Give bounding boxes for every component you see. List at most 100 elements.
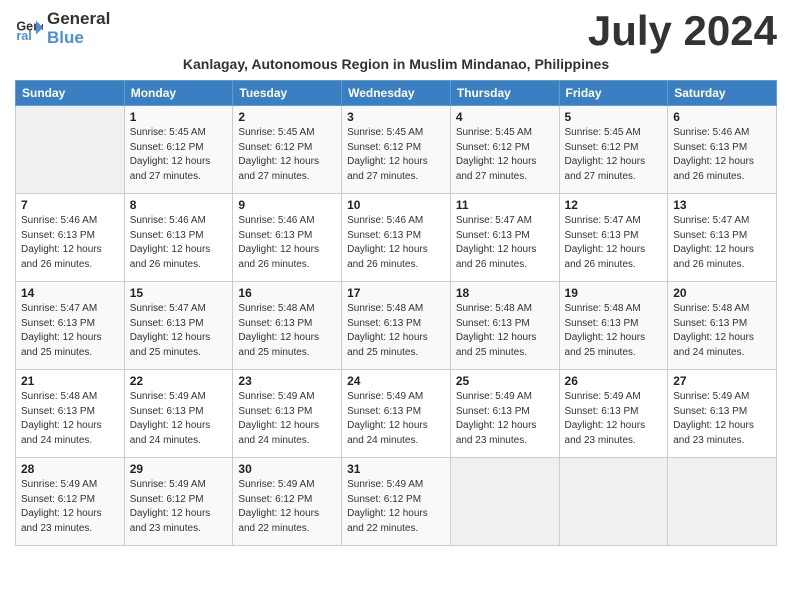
day-info: Sunrise: 5:49 AMSunset: 6:13 PMDaylight:… bbox=[456, 390, 554, 448]
day-number: 6 bbox=[673, 110, 771, 124]
calendar-week-row: 1 Sunrise: 5:45 AMSunset: 6:12 PMDaylight… bbox=[16, 106, 777, 194]
calendar-cell: 3Sunrise: 5:45 AMSunset: 6:12 PMDaylight… bbox=[342, 106, 451, 194]
day-info: Sunrise: 5:48 AMSunset: 6:13 PMDaylight:… bbox=[347, 302, 445, 360]
calendar-cell: 19 Sunrise: 5:48 AMSunset: 6:13 PMDayligh… bbox=[559, 282, 668, 370]
day-info: Sunrise: 5:49 AMSunset: 6:12 PMDaylight:… bbox=[238, 478, 336, 536]
calendar-cell: 23 Sunrise: 5:49 AMSunset: 6:13 PMDayligh… bbox=[233, 370, 342, 458]
calendar-cell: 12Sunrise: 5:47 AMSunset: 6:13 PMDayligh… bbox=[559, 194, 668, 282]
day-info: Sunrise: 5:46 AMSunset: 6:13 PMDaylight:… bbox=[238, 214, 336, 272]
calendar-cell bbox=[559, 458, 668, 546]
day-header-tuesday: Tuesday bbox=[233, 81, 342, 106]
calendar-cell: 1 Sunrise: 5:45 AMSunset: 6:12 PMDaylight… bbox=[124, 106, 233, 194]
day-info: Sunrise: 5:45 AMSunset: 6:12 PMDaylight:… bbox=[130, 126, 228, 184]
calendar-week-row: 14 Sunrise: 5:47 AMSunset: 6:13 PMDayligh… bbox=[16, 282, 777, 370]
day-number: 8 bbox=[130, 198, 228, 212]
logo-icon: Gene ral bbox=[15, 15, 43, 43]
calendar-cell: 15Sunrise: 5:47 AMSunset: 6:13 PMDayligh… bbox=[124, 282, 233, 370]
calendar-cell: 2 Sunrise: 5:45 AMSunset: 6:12 PMDaylight… bbox=[233, 106, 342, 194]
calendar-cell: 30 Sunrise: 5:49 AMSunset: 6:12 PMDayligh… bbox=[233, 458, 342, 546]
day-number: 30 bbox=[238, 462, 336, 476]
day-number: 20 bbox=[673, 286, 771, 300]
calendar-cell: 27 Sunrise: 5:49 AMSunset: 6:13 PMDayligh… bbox=[668, 370, 777, 458]
day-number: 11 bbox=[456, 198, 554, 212]
day-info: Sunrise: 5:48 AMSunset: 6:13 PMDaylight:… bbox=[456, 302, 554, 360]
calendar-cell: 17 Sunrise: 5:48 AMSunset: 6:13 PMDayligh… bbox=[342, 282, 451, 370]
day-info: Sunrise: 5:48 AMSunset: 6:13 PMDaylight:… bbox=[21, 390, 119, 448]
calendar-week-row: 7 Sunrise: 5:46 AMSunset: 6:13 PMDaylight… bbox=[16, 194, 777, 282]
calendar-cell: 14 Sunrise: 5:47 AMSunset: 6:13 PMDayligh… bbox=[16, 282, 125, 370]
calendar-cell: 5 Sunrise: 5:45 AMSunset: 6:12 PMDaylight… bbox=[559, 106, 668, 194]
calendar-cell: 10 Sunrise: 5:46 AMSunset: 6:13 PMDayligh… bbox=[342, 194, 451, 282]
day-info: Sunrise: 5:46 AMSunset: 6:13 PMDaylight:… bbox=[347, 214, 445, 272]
calendar-table: SundayMondayTuesdayWednesdayThursdayFrid… bbox=[15, 80, 777, 546]
day-header-saturday: Saturday bbox=[668, 81, 777, 106]
day-number: 12 bbox=[565, 198, 663, 212]
day-number: 5 bbox=[565, 110, 663, 124]
svg-text:ral: ral bbox=[16, 29, 31, 43]
day-info: Sunrise: 5:49 AMSunset: 6:13 PMDaylight:… bbox=[347, 390, 445, 448]
day-number: 2 bbox=[238, 110, 336, 124]
calendar-cell: 25 Sunrise: 5:49 AMSunset: 6:13 PMDayligh… bbox=[450, 370, 559, 458]
calendar-week-row: 28 Sunrise: 5:49 AMSunset: 6:12 PMDayligh… bbox=[16, 458, 777, 546]
month-title: July 2024 bbox=[588, 10, 777, 52]
day-number: 19 bbox=[565, 286, 663, 300]
day-info: Sunrise: 5:49 AMSunset: 6:13 PMDaylight:… bbox=[238, 390, 336, 448]
calendar-cell: 20 Sunrise: 5:48 AMSunset: 6:13 PMDayligh… bbox=[668, 282, 777, 370]
calendar-cell: 13 Sunrise: 5:47 AMSunset: 6:13 PMDayligh… bbox=[668, 194, 777, 282]
day-number: 24 bbox=[347, 374, 445, 388]
day-number: 4 bbox=[456, 110, 554, 124]
day-number: 28 bbox=[21, 462, 119, 476]
day-number: 21 bbox=[21, 374, 119, 388]
day-number: 13 bbox=[673, 198, 771, 212]
day-number: 7 bbox=[21, 198, 119, 212]
day-header-sunday: Sunday bbox=[16, 81, 125, 106]
day-number: 9 bbox=[238, 198, 336, 212]
day-info: Sunrise: 5:45 AMSunset: 6:12 PMDaylight:… bbox=[565, 126, 663, 184]
day-number: 10 bbox=[347, 198, 445, 212]
day-info: Sunrise: 5:45 AMSunset: 6:12 PMDaylight:… bbox=[347, 126, 445, 184]
day-info: Sunrise: 5:47 AMSunset: 6:13 PMDaylight:… bbox=[673, 214, 771, 272]
calendar-cell: 21 Sunrise: 5:48 AMSunset: 6:13 PMDayligh… bbox=[16, 370, 125, 458]
logo: Gene ral General Blue bbox=[15, 10, 110, 47]
calendar-cell: 6 Sunrise: 5:46 AMSunset: 6:13 PMDaylight… bbox=[668, 106, 777, 194]
day-number: 22 bbox=[130, 374, 228, 388]
day-number: 1 bbox=[130, 110, 228, 124]
calendar-cell: 7 Sunrise: 5:46 AMSunset: 6:13 PMDaylight… bbox=[16, 194, 125, 282]
day-number: 25 bbox=[456, 374, 554, 388]
day-info: Sunrise: 5:47 AMSunset: 6:13 PMDaylight:… bbox=[21, 302, 119, 360]
day-number: 29 bbox=[130, 462, 228, 476]
logo-text: General Blue bbox=[47, 10, 110, 47]
day-number: 26 bbox=[565, 374, 663, 388]
calendar-cell: 29Sunrise: 5:49 AMSunset: 6:12 PMDayligh… bbox=[124, 458, 233, 546]
calendar-cell: 18 Sunrise: 5:48 AMSunset: 6:13 PMDayligh… bbox=[450, 282, 559, 370]
day-info: Sunrise: 5:46 AMSunset: 6:13 PMDaylight:… bbox=[673, 126, 771, 184]
day-header-wednesday: Wednesday bbox=[342, 81, 451, 106]
day-info: Sunrise: 5:48 AMSunset: 6:13 PMDaylight:… bbox=[565, 302, 663, 360]
calendar-cell: 31 Sunrise: 5:49 AMSunset: 6:12 PMDayligh… bbox=[342, 458, 451, 546]
calendar-subtitle: Kanlagay, Autonomous Region in Muslim Mi… bbox=[15, 56, 777, 72]
day-info: Sunrise: 5:48 AMSunset: 6:13 PMDaylight:… bbox=[238, 302, 336, 360]
day-info: Sunrise: 5:45 AMSunset: 6:12 PMDaylight:… bbox=[238, 126, 336, 184]
day-number: 27 bbox=[673, 374, 771, 388]
day-header-monday: Monday bbox=[124, 81, 233, 106]
day-info: Sunrise: 5:49 AMSunset: 6:13 PMDaylight:… bbox=[673, 390, 771, 448]
day-number: 31 bbox=[347, 462, 445, 476]
day-info: Sunrise: 5:46 AMSunset: 6:13 PMDaylight:… bbox=[21, 214, 119, 272]
day-number: 23 bbox=[238, 374, 336, 388]
calendar-cell: 11 Sunrise: 5:47 AMSunset: 6:13 PMDayligh… bbox=[450, 194, 559, 282]
day-info: Sunrise: 5:47 AMSunset: 6:13 PMDaylight:… bbox=[456, 214, 554, 272]
day-info: Sunrise: 5:49 AMSunset: 6:12 PMDaylight:… bbox=[347, 478, 445, 536]
day-number: 18 bbox=[456, 286, 554, 300]
day-number: 17 bbox=[347, 286, 445, 300]
day-info: Sunrise: 5:48 AMSunset: 6:13 PMDaylight:… bbox=[673, 302, 771, 360]
calendar-header-row: SundayMondayTuesdayWednesdayThursdayFrid… bbox=[16, 81, 777, 106]
calendar-cell bbox=[450, 458, 559, 546]
calendar-cell bbox=[16, 106, 125, 194]
calendar-body: 1 Sunrise: 5:45 AMSunset: 6:12 PMDaylight… bbox=[16, 106, 777, 546]
calendar-cell bbox=[668, 458, 777, 546]
page-header: Gene ral General Blue July 2024 bbox=[15, 10, 777, 52]
calendar-cell: 9 Sunrise: 5:46 AMSunset: 6:13 PMDaylight… bbox=[233, 194, 342, 282]
calendar-cell: 28Sunrise: 5:49 AMSunset: 6:12 PMDayligh… bbox=[16, 458, 125, 546]
day-number: 16 bbox=[238, 286, 336, 300]
day-number: 14 bbox=[21, 286, 119, 300]
